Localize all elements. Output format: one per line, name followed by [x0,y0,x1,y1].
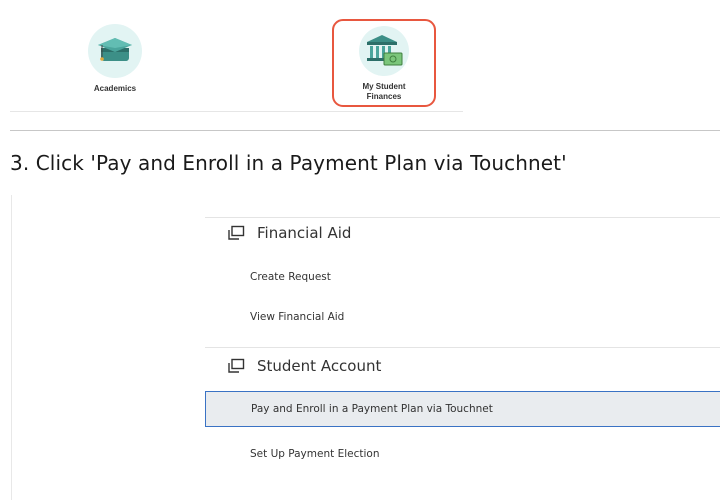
pay-and-enroll-touchnet-link[interactable]: Pay and Enroll in a Payment Plan via Tou… [205,391,720,427]
bank-money-icon [359,26,409,76]
panel-divider [10,111,463,112]
window-stack-icon [227,358,245,374]
academics-tile[interactable]: Academics [66,20,164,112]
student-account-header: Student Account [227,357,381,375]
window-stack-icon [227,225,245,241]
step-instruction: 3. Click 'Pay and Enroll in a Payment Pl… [10,151,567,175]
financial-aid-header: Financial Aid [227,224,351,242]
financial-aid-title: Financial Aid [257,224,352,242]
student-finances-menu: Financial Aid Create Request View Financ… [205,217,720,500]
my-student-finances-label: My Student Finances [362,82,406,101]
section-divider [205,347,720,348]
academics-label: Academics [93,84,137,93]
section-rule [10,130,720,131]
my-student-finances-tile[interactable]: My Student Finances [332,19,436,107]
menu-top-border [205,217,720,218]
graduation-cap-icon [88,24,142,78]
set-up-payment-election-link[interactable]: Set Up Payment Election [205,436,720,472]
worklets-panel: Academics My Student Finances [10,8,463,112]
view-financial-aid-link[interactable]: View Financial Aid [205,299,720,335]
create-request-link[interactable]: Create Request [205,259,720,295]
student-account-title: Student Account [257,357,382,375]
